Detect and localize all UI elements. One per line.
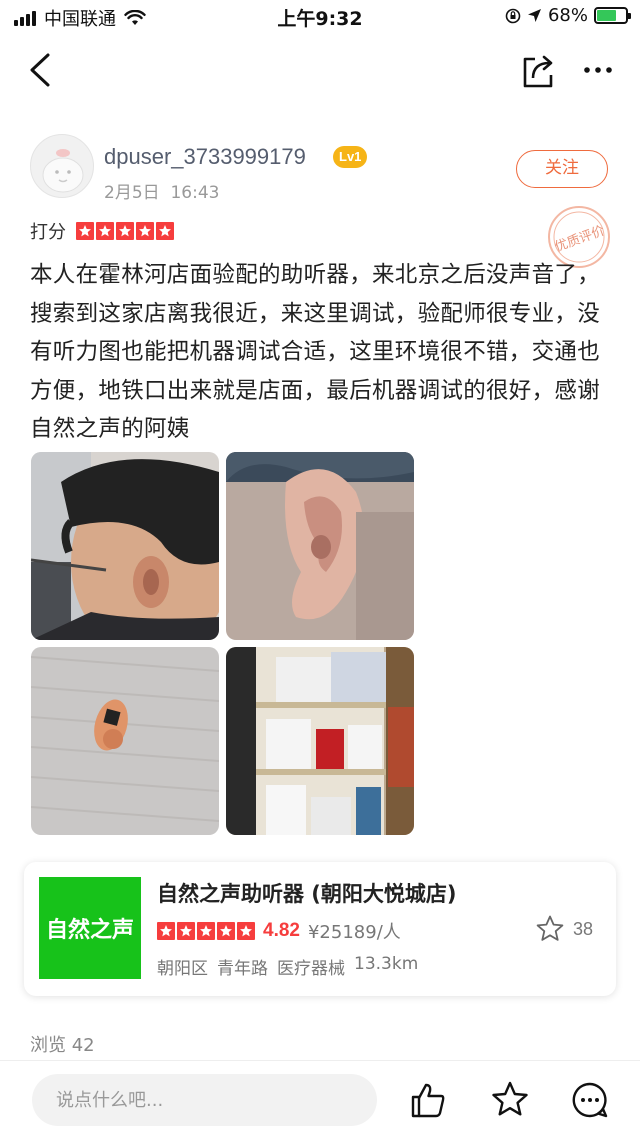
shop-favorite[interactable]: 38 <box>535 914 593 944</box>
shop-district: 朝阳区 <box>157 959 208 979</box>
star-icon <box>156 222 174 240</box>
orientation-lock-icon <box>505 8 521 23</box>
level-badge: Lv1 <box>333 146 368 168</box>
battery-icon <box>594 7 631 24</box>
username[interactable]: dpuser_3733999179 <box>104 144 306 170</box>
location-icon <box>527 9 541 22</box>
shop-card[interactable]: 自然之声 自然之声助听器 (朝阳大悦城店) 4.82 ¥25189/人 朝阳区 … <box>24 862 616 996</box>
views-label: 浏览 <box>30 1035 66 1056</box>
views-number: 42 <box>71 1035 95 1056</box>
star-icon <box>96 222 114 240</box>
stamp-text: 优质评价 <box>553 223 607 255</box>
rating-label: 打分 <box>30 222 66 243</box>
star-outline-icon <box>536 915 564 941</box>
hearing-aid-device-photo[interactable] <box>31 647 219 835</box>
rating-stars <box>76 222 174 240</box>
star-icon[interactable] <box>490 1080 530 1120</box>
store-shelf-photo[interactable] <box>226 647 414 835</box>
view-count: 浏览 42 <box>30 1031 95 1057</box>
battery-percent: 68% <box>547 5 588 26</box>
status-right: 68% <box>505 5 631 26</box>
star-icon <box>217 922 235 940</box>
shop-category: 医疗器械 <box>277 959 345 979</box>
avatar[interactable] <box>30 134 94 198</box>
comment-bubble-icon[interactable] <box>570 1080 610 1120</box>
ear-closeup-photo[interactable] <box>226 452 414 640</box>
shop-meta: 朝阳区 青年路 医疗器械 13.3km <box>157 954 418 979</box>
shop-street: 青年路 <box>217 959 268 979</box>
chevron-left-icon[interactable] <box>22 50 62 90</box>
navigation-bar <box>0 40 640 104</box>
shop-fav-count: 38 <box>573 918 594 939</box>
star-icon <box>116 222 134 240</box>
rating-row: 打分 <box>30 218 174 244</box>
shop-stars <box>157 922 255 940</box>
shop-name: 自然之声助听器 (朝阳大悦城店) <box>157 882 457 906</box>
share-icon[interactable] <box>518 50 558 90</box>
more-icon[interactable] <box>578 50 618 90</box>
post-date-time: 16:43 <box>170 183 220 203</box>
shop-score: 4.82 <box>263 920 300 941</box>
star-icon <box>136 222 154 240</box>
man-with-glasses-photo[interactable] <box>31 452 219 640</box>
shop-rating-row: 4.82 ¥25189/人 <box>157 918 401 944</box>
star-icon <box>237 922 255 940</box>
shop-logo: 自然之声 <box>39 877 141 979</box>
post-date-day: 2月5日 <box>104 183 160 203</box>
follow-button[interactable]: 关注 <box>516 150 608 188</box>
bottom-bar <box>0 1060 640 1138</box>
thumbs-up-icon[interactable] <box>408 1080 448 1120</box>
shop-distance: 13.3km <box>354 954 419 974</box>
star-icon <box>177 922 195 940</box>
star-icon <box>197 922 215 940</box>
post-date: 2月5日 16:43 <box>104 178 219 203</box>
star-icon <box>157 922 175 940</box>
comment-input[interactable] <box>32 1074 377 1126</box>
default-avatar-icon <box>42 149 84 193</box>
status-bar: 中国联通 上午9:32 68% <box>0 0 640 32</box>
shop-price: ¥25189/人 <box>307 922 401 943</box>
review-text: 本人在霍林河店面验配的助听器，来北京之后没声音了，搜索到这家店离我很近，来这里调… <box>30 262 601 442</box>
star-icon <box>76 222 94 240</box>
